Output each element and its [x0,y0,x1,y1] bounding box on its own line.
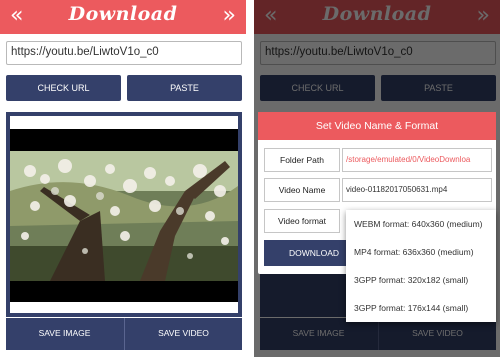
blossom-tree-image [10,151,238,281]
folder-path-label: Folder Path [264,148,340,172]
video-preview-frame [6,112,242,317]
video-format-label: Video format [264,209,340,233]
save-image-button[interactable]: SAVE IMAGE [6,318,123,350]
save-video-button[interactable]: SAVE VIDEO [124,318,242,350]
app-header: « Download » [0,0,246,34]
folder-path-field[interactable]: /storage/emulated/0/VideoDownloa [342,148,492,172]
app-title: Download [68,3,178,25]
screen-divider [246,0,254,357]
forward-icon[interactable]: » [223,4,236,28]
format-option[interactable]: 3GPP format: 176x144 (small) [346,294,496,322]
dialog-title: Set Video Name & Format [258,112,496,140]
url-input[interactable]: https://youtu.be/LiwtoV1o_c0 [6,41,242,65]
paste-button[interactable]: PASTE [127,75,242,101]
video-format-dropdown: WEBM format: 640x360 (medium) MP4 format… [346,210,496,322]
video-preview [10,116,238,313]
download-screen: « Download » https://youtu.be/LiwtoV1o_c… [0,0,246,357]
video-name-label: Video Name [264,178,340,202]
video-name-field[interactable]: video-01182017050631.mp4 [342,178,492,202]
check-url-button[interactable]: CHECK URL [6,75,121,101]
download-screen-dialog: « Download » https://youtu.be/LiwtoV1o_c… [254,0,500,357]
video-thumbnail[interactable] [10,129,238,302]
bottom-action-bar: SAVE IMAGE SAVE VIDEO [6,318,242,350]
format-option[interactable]: WEBM format: 640x360 (medium) [346,210,496,238]
format-option[interactable]: 3GPP format: 320x182 (small) [346,266,496,294]
format-option[interactable]: MP4 format: 636x360 (medium) [346,238,496,266]
